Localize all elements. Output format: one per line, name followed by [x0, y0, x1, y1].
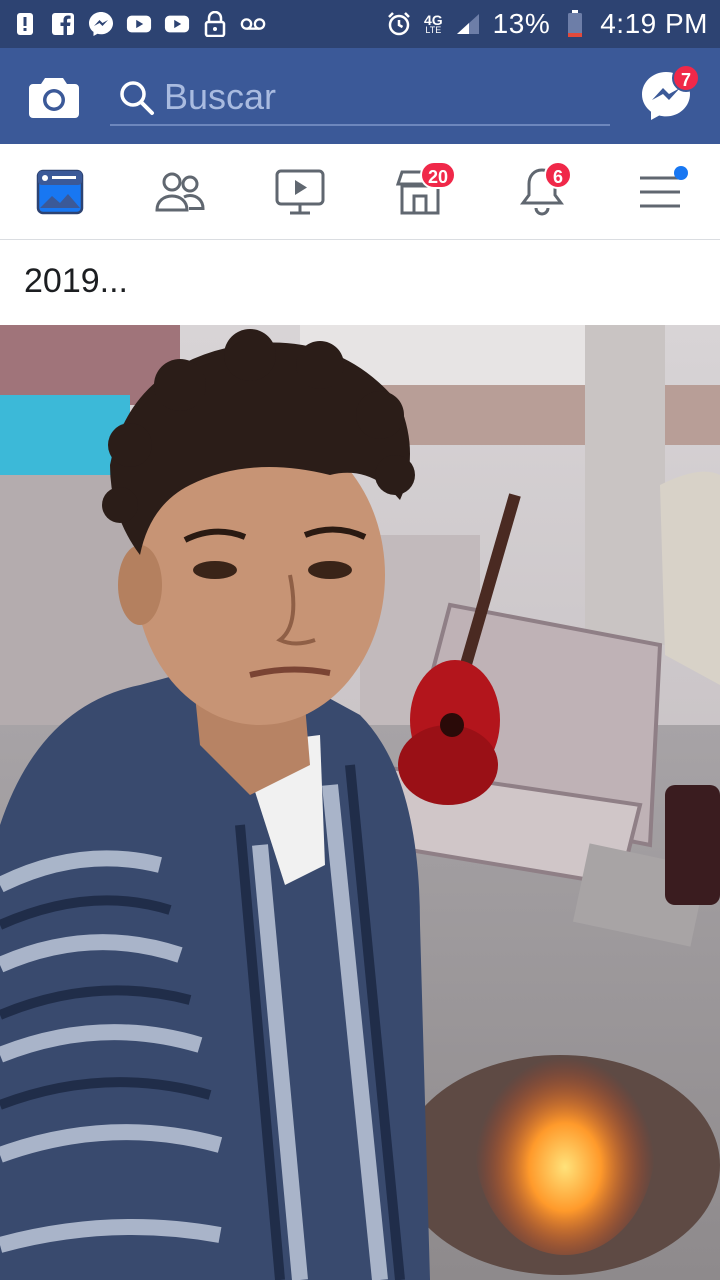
youtube-icon	[164, 11, 190, 37]
search-icon	[120, 81, 154, 115]
messenger-badge: 7	[672, 64, 700, 92]
nav-tabs	[0, 144, 720, 240]
signal-icon	[455, 11, 481, 37]
clock: 4:19 PM	[600, 8, 708, 39]
messenger-icon	[88, 11, 114, 37]
tab-friends[interactable]	[150, 164, 210, 220]
post-text: 2019...	[24, 262, 128, 300]
watch-icon	[275, 169, 325, 215]
lock-icon	[202, 11, 228, 37]
status-bar-left	[12, 11, 266, 37]
search-bar[interactable]	[110, 70, 610, 126]
notifications-badge: 6	[544, 161, 572, 189]
app-header	[0, 48, 720, 144]
friends-icon	[155, 172, 205, 212]
facebook-icon	[50, 11, 76, 37]
status-bar: 4G LTE 13% 4:19 PM	[0, 0, 720, 48]
youtube-icon	[126, 11, 152, 37]
battery-icon	[562, 10, 588, 37]
marketplace-badge: 20	[420, 161, 457, 189]
selfie-photo-illustration	[0, 325, 720, 1280]
tab-news-feed[interactable]	[30, 164, 90, 220]
tab-watch[interactable]	[270, 164, 330, 220]
network-type: 4G LTE	[423, 11, 443, 35]
alert-icon	[12, 11, 38, 37]
news-feed-icon	[36, 169, 84, 215]
camera-icon	[29, 78, 79, 118]
voicemail-icon	[240, 11, 266, 37]
battery-percent: 13%	[492, 8, 551, 39]
status-bar-right: 4G LTE 13% 4:19 PM	[386, 8, 708, 40]
network-sub-label: LTE	[425, 24, 442, 35]
camera-button[interactable]	[28, 72, 80, 120]
alarm-icon	[386, 11, 412, 37]
menu-notification-dot	[674, 166, 688, 180]
post-photo[interactable]	[0, 325, 720, 1280]
network-label: 4G	[423, 11, 443, 28]
search-input[interactable]	[164, 76, 604, 118]
